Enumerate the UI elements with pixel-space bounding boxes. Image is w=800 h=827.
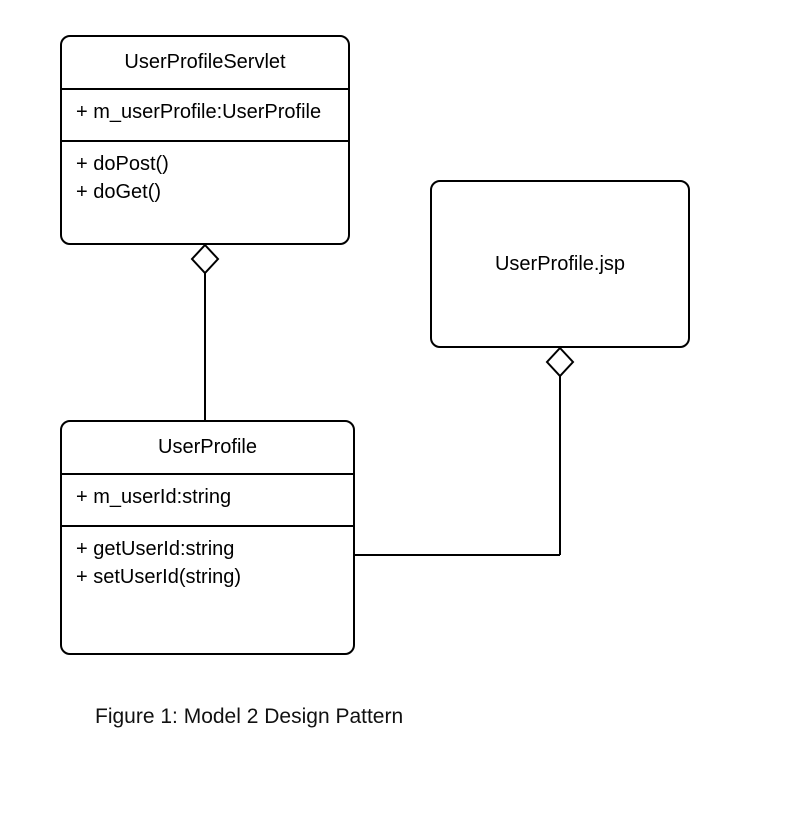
aggregation-diamond-icon — [192, 245, 218, 273]
figure-caption: Figure 1: Model 2 Design Pattern — [95, 705, 403, 729]
class-box-servlet: UserProfileServlet + m_userProfile:UserP… — [60, 35, 350, 245]
method-row: + getUserId:string — [76, 535, 339, 563]
class-title: UserProfileServlet — [62, 37, 348, 90]
attribute-row: + m_userProfile:UserProfile — [76, 98, 334, 126]
class-methods: + getUserId:string + setUserId(string) — [62, 525, 353, 631]
class-box-profile: UserProfile + m_userId:string + getUserI… — [60, 420, 355, 655]
uml-diagram: UserProfileServlet + m_userProfile:UserP… — [0, 0, 800, 827]
class-title: UserProfile.jsp — [495, 253, 625, 276]
attribute-row: + m_userId:string — [76, 483, 339, 511]
class-methods: + doPost() + doGet() — [62, 140, 348, 220]
method-row: + setUserId(string) — [76, 563, 339, 591]
class-box-jsp: UserProfile.jsp — [430, 180, 690, 348]
method-row: + doGet() — [76, 178, 334, 206]
class-attributes: + m_userId:string — [62, 475, 353, 525]
class-attributes: + m_userProfile:UserProfile — [62, 90, 348, 140]
method-row: + doPost() — [76, 150, 334, 178]
aggregation-diamond-icon — [547, 348, 573, 376]
class-title: UserProfile — [62, 422, 353, 475]
